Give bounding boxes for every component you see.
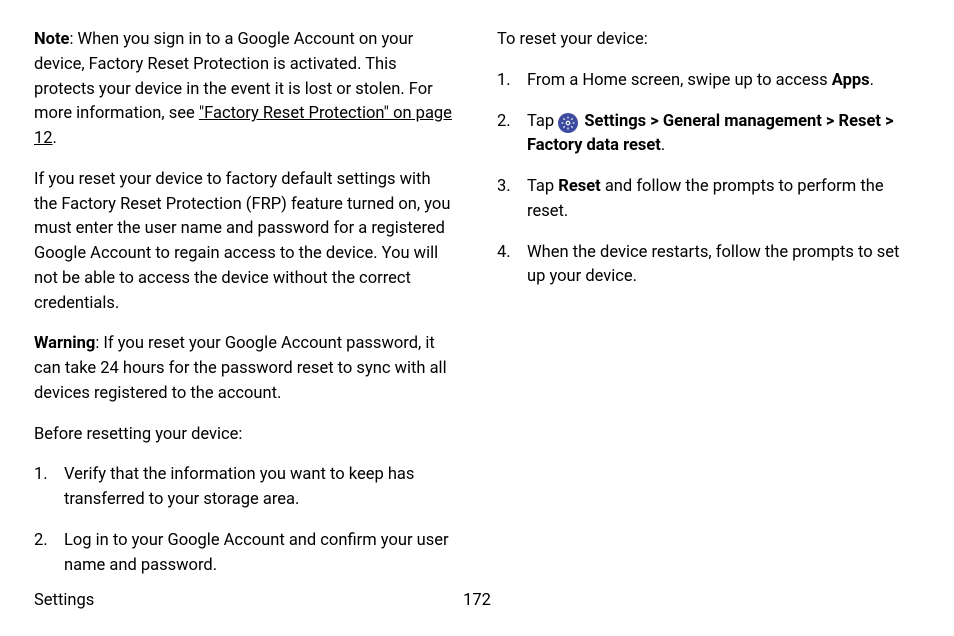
warning-text: : If you reset your Google Account passw… (34, 334, 447, 403)
step2-factory: Factory data reset (527, 136, 661, 155)
list-item: From a Home screen, swipe up to access A… (497, 69, 920, 94)
list-item: Log in to your Google Account and confir… (34, 529, 457, 579)
before-reset-list: Verify that the information you want to … (34, 463, 457, 578)
page-footer: Settings 172 (34, 589, 920, 614)
list-item: Verify that the information you want to … (34, 463, 457, 513)
frp-paragraph: If you reset your device to factory defa… (34, 168, 457, 317)
chevron-icon: > (885, 112, 894, 131)
step2-general: General management (663, 112, 822, 131)
right-column: To reset your device: From a Home screen… (497, 28, 920, 594)
left-column: Note: When you sign in to a Google Accou… (34, 28, 457, 594)
settings-icon (558, 113, 578, 133)
step1-text-c: . (870, 71, 874, 90)
list-item: Tap Reset and follow the prompts to perf… (497, 175, 920, 225)
to-reset-heading: To reset your device: (497, 28, 920, 53)
chevron-icon: > (650, 112, 659, 131)
list-item: When the device restarts, follow the pro… (497, 241, 920, 291)
warning-label: Warning (34, 334, 95, 353)
step2-reset: Reset (839, 112, 881, 131)
note-paragraph: Note: When you sign in to a Google Accou… (34, 28, 457, 152)
step3-reset: Reset (558, 177, 600, 196)
page-number: 172 (463, 589, 491, 614)
step1-apps: Apps (832, 71, 870, 90)
to-reset-list: From a Home screen, swipe up to access A… (497, 69, 920, 290)
warning-paragraph: Warning: If you reset your Google Accoun… (34, 332, 457, 406)
step2-period: . (661, 136, 665, 155)
step2-settings: Settings (584, 112, 646, 131)
footer-section: Settings (34, 589, 94, 614)
step1-text-a: From a Home screen, swipe up to access (527, 71, 832, 90)
step3-text-a: Tap (527, 177, 558, 196)
note-label: Note (34, 30, 69, 49)
chevron-icon: > (826, 112, 835, 131)
list-item: Tap Settings > General management > Rese… (497, 110, 920, 160)
step2-text-a: Tap (527, 112, 558, 131)
note-period: . (53, 129, 57, 148)
before-reset-heading: Before resetting your device: (34, 423, 457, 448)
